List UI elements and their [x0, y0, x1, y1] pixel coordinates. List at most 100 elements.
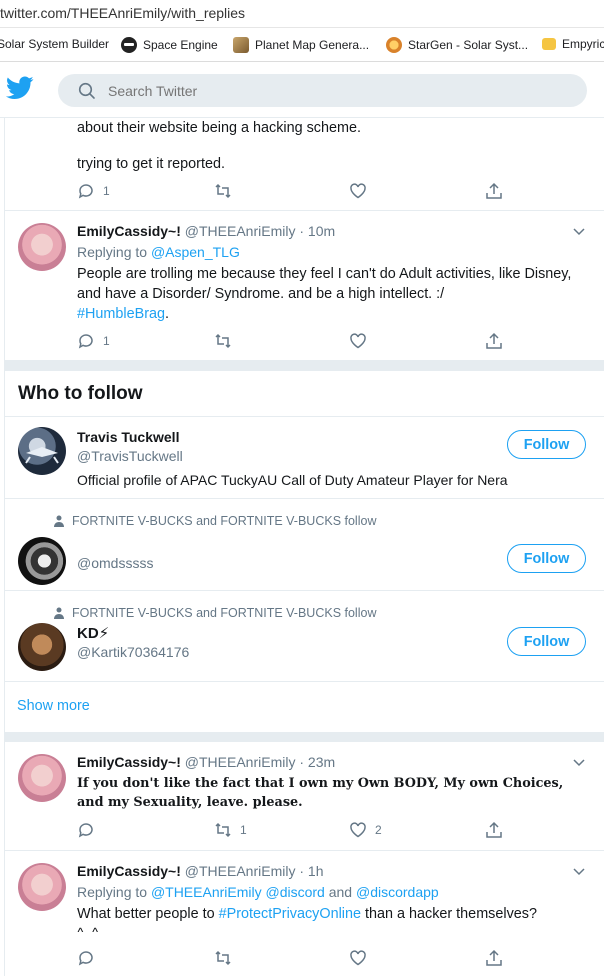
user-name[interactable]: EmilyCassidy~! — [77, 223, 181, 239]
avatar[interactable] — [18, 537, 66, 585]
share-button[interactable] — [485, 332, 503, 350]
retweet-icon — [215, 333, 231, 349]
follow-button[interactable]: Follow — [507, 544, 586, 573]
mention-link[interactable]: @discordapp — [356, 884, 439, 900]
reply-button[interactable] — [77, 949, 95, 967]
retweet-icon — [215, 950, 231, 966]
search-input[interactable] — [108, 82, 508, 99]
mention-link[interactable]: @discord — [266, 884, 325, 900]
tweet-header: EmilyCassidy~! @THEEAnriEmily · 10m — [77, 223, 336, 239]
mention-link[interactable]: @Aspen_TLG — [151, 244, 240, 260]
tweet-body: People are trolling me because they feel… — [77, 266, 572, 302]
user-name[interactable]: EmilyCassidy~! — [77, 863, 181, 879]
retweet-button[interactable]: 1 — [214, 821, 247, 839]
bookmark-label: Space Engine — [143, 38, 218, 52]
user-handle[interactable]: @THEEAnriEmily — [185, 223, 296, 239]
tweet-10m[interactable]: EmilyCassidy~! @THEEAnriEmily · 10m Repl… — [4, 211, 604, 361]
account-handle[interactable]: @TravisTuckwell — [77, 448, 183, 464]
tweet-text-before: What better people to — [77, 906, 215, 922]
share-icon — [486, 949, 502, 966]
follow-suggestion-travis[interactable]: Travis Tuckwell @TravisTuckwell Official… — [4, 417, 604, 499]
twitter-bird-icon[interactable] — [6, 76, 34, 100]
tweet-time[interactable]: 23m — [308, 754, 335, 770]
retweet-button[interactable] — [214, 332, 232, 350]
user-handle[interactable]: @THEEAnriEmily — [185, 754, 296, 770]
reply-count: 1 — [103, 334, 110, 348]
tweet-actions: 1 2 — [77, 821, 577, 841]
social-context-text: FORTNITE V-BUCKS and FORTNITE V-BUCKS fo… — [72, 514, 377, 528]
replying-to: Replying to @Aspen_TLG — [77, 244, 240, 260]
bookmarks-bar: Solar System Builder Space Engine Planet… — [0, 28, 604, 62]
like-button[interactable] — [349, 949, 367, 967]
tweet-text-after: than a hacker themselves? — [364, 906, 537, 922]
bookmark-stargen[interactable]: StarGen - Solar Syst... — [386, 37, 528, 53]
chevron-down-icon[interactable] — [572, 867, 586, 877]
person-icon — [54, 515, 64, 527]
hashtag-suffix: . — [165, 306, 169, 322]
reply-button[interactable]: 1 — [77, 182, 110, 200]
avatar[interactable] — [18, 863, 66, 911]
account-name[interactable]: KD⚡ — [77, 624, 109, 642]
section-separator — [4, 361, 604, 371]
avatar[interactable] — [18, 427, 66, 475]
account-handle[interactable]: @Kartik70364176 — [77, 644, 189, 660]
hashtag-link[interactable]: #HumbleBrag — [77, 306, 165, 322]
account-name[interactable]: Travis Tuckwell — [77, 429, 179, 445]
bookmark-label: StarGen - Solar Syst... — [408, 38, 529, 52]
user-handle[interactable]: @THEEAnriEmily — [185, 863, 296, 879]
replying-label: Replying to — [77, 244, 148, 260]
folder-icon — [542, 38, 556, 50]
follow-button[interactable]: Follow — [507, 627, 586, 656]
avatar[interactable] — [18, 754, 66, 802]
tweet-23m[interactable]: EmilyCassidy~! @THEEAnriEmily · 23m If y… — [4, 742, 604, 851]
share-button[interactable] — [485, 821, 503, 839]
bookmark-solar-system-builder[interactable]: Solar System Builder — [0, 37, 109, 51]
tweet-partial[interactable]: about their website being a hacking sche… — [4, 118, 604, 211]
social-context-text: FORTNITE V-BUCKS and FORTNITE V-BUCKS fo… — [72, 606, 377, 620]
follow-button[interactable]: Follow — [507, 430, 586, 459]
like-button[interactable] — [349, 182, 367, 200]
account-bio: Official profile of APAC TuckyAU Call of… — [77, 472, 508, 488]
url-text: twitter.com/THEEAnriEmily/with_replies — [0, 5, 246, 21]
share-button[interactable] — [485, 182, 503, 200]
user-name[interactable]: EmilyCassidy~! — [77, 754, 181, 770]
who-to-follow-header: Who to follow — [4, 371, 604, 417]
address-bar[interactable]: twitter.com/THEEAnriEmily/with_replies — [0, 0, 604, 28]
avatar[interactable] — [18, 223, 66, 271]
share-icon — [486, 182, 502, 199]
bookmark-space-engine[interactable]: Space Engine — [121, 37, 218, 53]
reply-button[interactable]: 1 — [77, 332, 110, 350]
show-more-link[interactable]: Show more — [17, 698, 90, 714]
account-handle[interactable]: @omdsssss — [77, 555, 153, 571]
bookmark-planet-map[interactable]: Planet Map Genera... — [233, 37, 369, 53]
tweet-text: If you don't like the fact that I own my… — [77, 776, 564, 810]
share-icon — [486, 332, 502, 349]
retweet-button[interactable] — [214, 182, 232, 200]
tweet-time[interactable]: 10m — [308, 223, 335, 239]
tweet-actions: 1 — [77, 332, 577, 352]
search-box[interactable] — [58, 74, 587, 107]
follow-suggestion-omdsssss[interactable]: FORTNITE V-BUCKS and FORTNITE V-BUCKS fo… — [4, 499, 604, 591]
bookmark-empyric[interactable]: Empyric — [542, 37, 604, 51]
hashtag-link[interactable]: #ProtectPrivacyOnline — [219, 906, 361, 922]
replying-to: Replying to @THEEAnriEmily @discord and … — [77, 884, 439, 900]
reply-button[interactable] — [77, 821, 95, 839]
tweet-1h[interactable]: EmilyCassidy~! @THEEAnriEmily · 1h Reply… — [4, 851, 604, 976]
planet-map-icon — [233, 37, 249, 53]
like-button[interactable]: 2 — [349, 821, 382, 839]
share-icon — [486, 821, 502, 838]
avatar[interactable] — [18, 623, 66, 671]
share-button[interactable] — [485, 949, 503, 967]
reply-icon — [78, 184, 93, 199]
tweet-time[interactable]: 1h — [308, 863, 324, 879]
mention-link[interactable]: @THEEAnriEmily — [151, 884, 262, 900]
follow-suggestion-kd[interactable]: FORTNITE V-BUCKS and FORTNITE V-BUCKS fo… — [4, 591, 604, 682]
who-to-follow-title: Who to follow — [18, 383, 143, 404]
chevron-down-icon[interactable] — [572, 227, 586, 237]
retweet-button[interactable] — [214, 949, 232, 967]
replying-label: Replying to — [77, 884, 148, 900]
like-button[interactable] — [349, 332, 367, 350]
heart-icon — [350, 950, 366, 966]
tweet-text-line2: ^_^~ — [77, 924, 107, 932]
chevron-down-icon[interactable] — [572, 758, 586, 768]
